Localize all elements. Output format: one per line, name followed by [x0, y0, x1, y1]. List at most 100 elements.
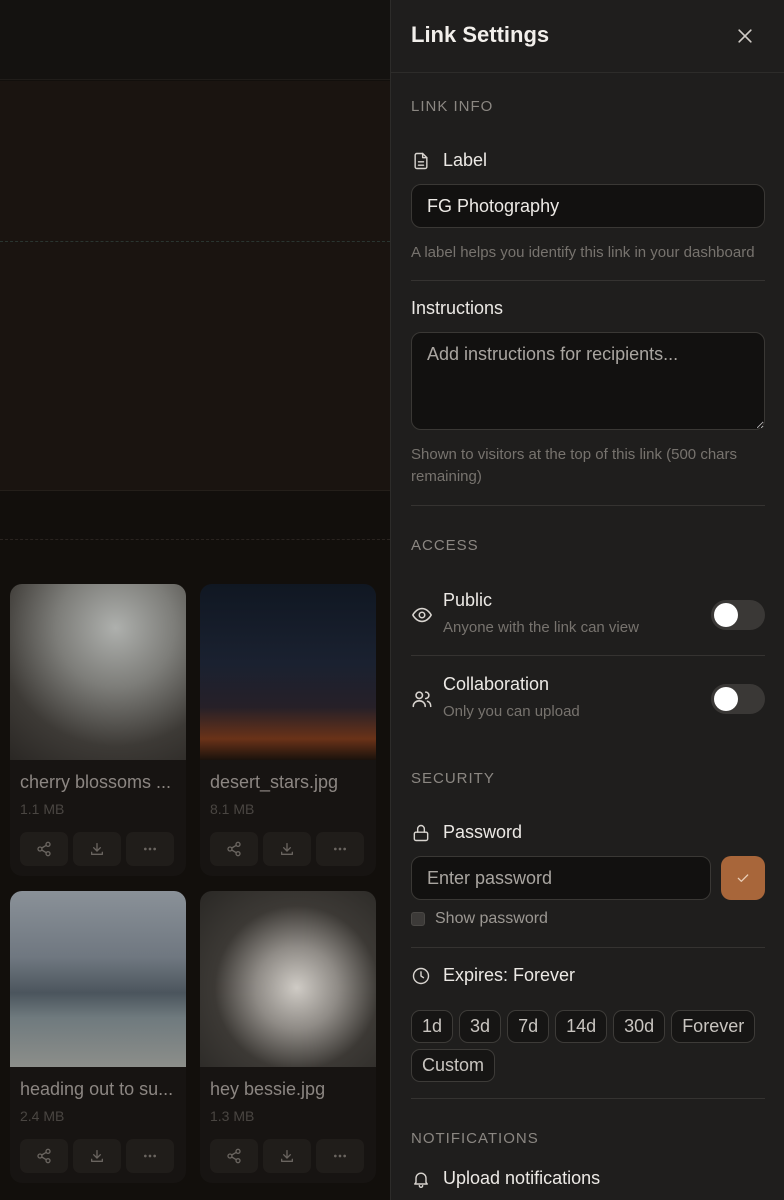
clock-icon	[412, 967, 430, 984]
collaboration-toggle-row: Collaboration Only you can upload	[411, 674, 765, 734]
expiry-options: 1d 3d 7d 14d 30d Forever Custom	[411, 1010, 765, 1082]
document-icon	[414, 152, 428, 169]
download-icon	[91, 1150, 103, 1162]
close-button[interactable]	[731, 22, 759, 50]
more-icon	[334, 847, 346, 851]
more-button[interactable]	[316, 832, 364, 866]
upload-notifications-text: Upload notifications	[443, 1168, 601, 1188]
more-icon	[334, 1154, 346, 1158]
section-access: ACCESS	[411, 537, 479, 554]
share-button[interactable]	[210, 1139, 258, 1173]
label-field-label: Label	[411, 150, 487, 171]
more-button[interactable]	[316, 1139, 364, 1173]
download-icon	[281, 1150, 293, 1162]
share-button[interactable]	[20, 1139, 68, 1173]
download-button[interactable]	[263, 832, 311, 866]
section-security: SECURITY	[411, 770, 495, 787]
expiry-option-30d[interactable]: 30d	[613, 1010, 666, 1043]
header-divider	[391, 72, 784, 73]
file-thumbnail[interactable]	[200, 891, 376, 1067]
show-password-checkbox[interactable]	[411, 912, 425, 926]
file-name: desert_stars.jpg	[210, 772, 339, 792]
users-icon	[412, 691, 432, 708]
close-icon	[738, 29, 752, 43]
file-card[interactable]: desert_stars.jpg 8.1 MB	[200, 584, 376, 876]
panel-title: Link Settings	[411, 22, 550, 47]
public-toggle[interactable]	[711, 600, 765, 630]
divider	[411, 1098, 765, 1099]
file-name: heading out to su...	[20, 1079, 174, 1099]
file-thumbnail[interactable]	[10, 891, 186, 1067]
file-size: 1.3 MB	[210, 1108, 255, 1124]
expiry-option-14d[interactable]: 14d	[555, 1010, 608, 1043]
share-icon	[227, 1148, 241, 1164]
collaboration-title: Collaboration	[443, 674, 550, 694]
background-app: cherry blossoms ... 1.1 MB desert_stars.…	[0, 0, 390, 1200]
bell-icon	[414, 1172, 428, 1188]
more-icon	[144, 1154, 156, 1158]
download-icon	[281, 843, 293, 855]
file-size: 8.1 MB	[210, 801, 255, 817]
upload-notifications-label: Upload notifications	[411, 1168, 600, 1189]
share-icon	[37, 841, 51, 857]
divider	[411, 505, 765, 506]
instructions-textarea[interactable]	[411, 332, 765, 430]
collaboration-toggle[interactable]	[711, 684, 765, 714]
label-field-text: Label	[443, 150, 488, 170]
download-button[interactable]	[73, 832, 121, 866]
password-label-text: Password	[443, 822, 523, 842]
label-input[interactable]	[411, 184, 765, 228]
expires-label-text: Expires: Forever	[443, 965, 576, 985]
collaboration-subtitle: Only you can upload	[443, 703, 580, 720]
show-password-label: Show password	[435, 910, 548, 927]
file-thumbnail[interactable]	[10, 584, 186, 760]
instructions-hint: Shown to visitors at the top of this lin…	[411, 446, 737, 485]
dropzone-bottom-border	[0, 539, 390, 540]
file-name: cherry blossoms ...	[20, 772, 172, 792]
share-icon	[37, 1148, 51, 1164]
check-icon	[737, 874, 749, 882]
file-thumbnail[interactable]	[200, 584, 376, 760]
file-card[interactable]: heading out to su... 2.4 MB	[10, 891, 186, 1183]
divider	[411, 947, 765, 948]
password-input[interactable]	[411, 856, 711, 900]
public-toggle-row: Public Anyone with the link can view	[411, 590, 765, 650]
more-icon	[144, 847, 156, 851]
upload-hero	[0, 81, 390, 540]
file-name: hey bessie.jpg	[210, 1079, 326, 1099]
link-settings-panel: Link Settings LINK INFO Label A label he…	[390, 0, 784, 1200]
app-header	[0, 0, 390, 80]
share-button[interactable]	[210, 832, 258, 866]
expiry-option-custom[interactable]: Custom	[411, 1049, 496, 1082]
eye-icon	[412, 607, 432, 623]
file-card[interactable]: cherry blossoms ... 1.1 MB	[10, 584, 186, 876]
expiry-option-3d[interactable]: 3d	[459, 1010, 502, 1043]
file-card[interactable]: hey bessie.jpg 1.3 MB	[200, 891, 376, 1183]
label-hint: A label helps you identify this link in …	[411, 244, 755, 261]
more-button[interactable]	[126, 1139, 174, 1173]
file-size: 1.1 MB	[20, 801, 65, 817]
show-password-option[interactable]: Show password	[411, 910, 548, 928]
lock-icon	[413, 824, 429, 841]
public-subtitle: Anyone with the link can view	[443, 619, 639, 636]
share-button[interactable]	[20, 832, 68, 866]
instructions-label-text: Instructions	[411, 298, 504, 318]
expires-label: Expires: Forever	[411, 965, 575, 986]
public-title: Public	[443, 590, 493, 610]
expiry-option-7d[interactable]: 7d	[507, 1010, 550, 1043]
download-button[interactable]	[73, 1139, 121, 1173]
password-label: Password	[411, 822, 522, 843]
share-icon	[227, 841, 241, 857]
expiry-option-1d[interactable]: 1d	[411, 1010, 454, 1043]
download-button[interactable]	[263, 1139, 311, 1173]
expiry-option-forever[interactable]: Forever	[671, 1010, 756, 1043]
confirm-password-button[interactable]	[721, 856, 765, 900]
section-link-info: LINK INFO	[411, 98, 494, 115]
dropzone-top-border	[0, 241, 390, 242]
download-icon	[91, 843, 103, 855]
divider	[411, 655, 765, 656]
file-size: 2.4 MB	[20, 1108, 65, 1124]
more-button[interactable]	[126, 832, 174, 866]
instructions-label: Instructions	[411, 298, 503, 319]
section-notifications: NOTIFICATIONS	[411, 1130, 539, 1147]
